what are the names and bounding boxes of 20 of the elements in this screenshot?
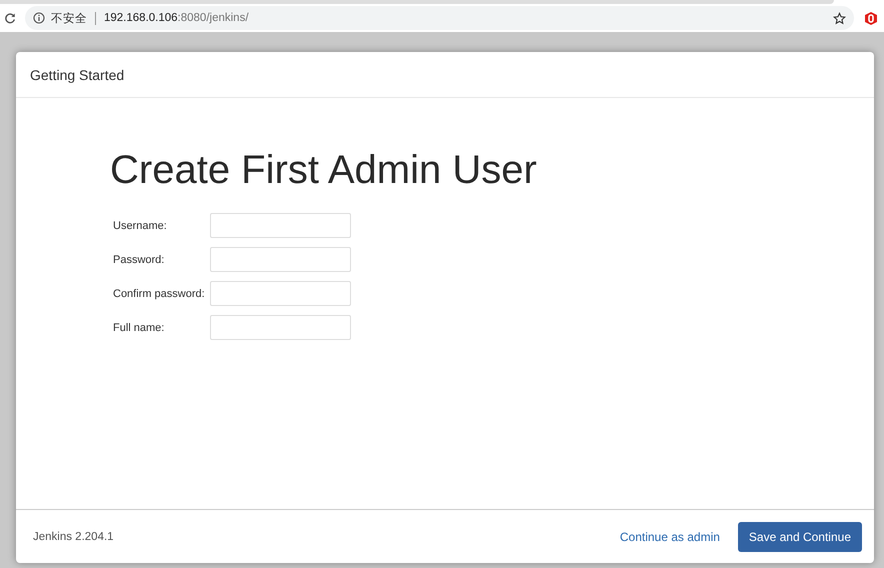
- continue-as-admin-link[interactable]: Continue as admin: [620, 530, 720, 544]
- extension-icon[interactable]: [864, 10, 878, 26]
- version-label: Jenkins 2.204.1: [33, 530, 114, 542]
- reload-icon[interactable]: [4, 12, 16, 24]
- dialog-title: Getting Started: [30, 66, 124, 82]
- page-heading: Create First Admin User: [110, 148, 538, 193]
- url-text: 192.168.0.106:8080/jenkins/: [104, 12, 249, 24]
- save-and-continue-button[interactable]: Save and Continue: [738, 522, 862, 552]
- input-field[interactable]: [210, 315, 351, 340]
- info-icon[interactable]: [33, 12, 45, 24]
- field-label: Password:: [113, 254, 166, 266]
- star-icon[interactable]: [833, 12, 846, 24]
- field-label: Confirm password:: [113, 288, 206, 300]
- input-field[interactable]: [210, 213, 351, 238]
- address-bar[interactable]: 不安全 192.168.0.106:8080/jenkins/: [25, 6, 854, 30]
- field-label: Full name:: [113, 322, 166, 334]
- security-label: 不安全: [51, 12, 87, 26]
- input-field[interactable]: [210, 281, 351, 306]
- field-label: Username:: [113, 220, 168, 232]
- input-field[interactable]: [210, 247, 351, 272]
